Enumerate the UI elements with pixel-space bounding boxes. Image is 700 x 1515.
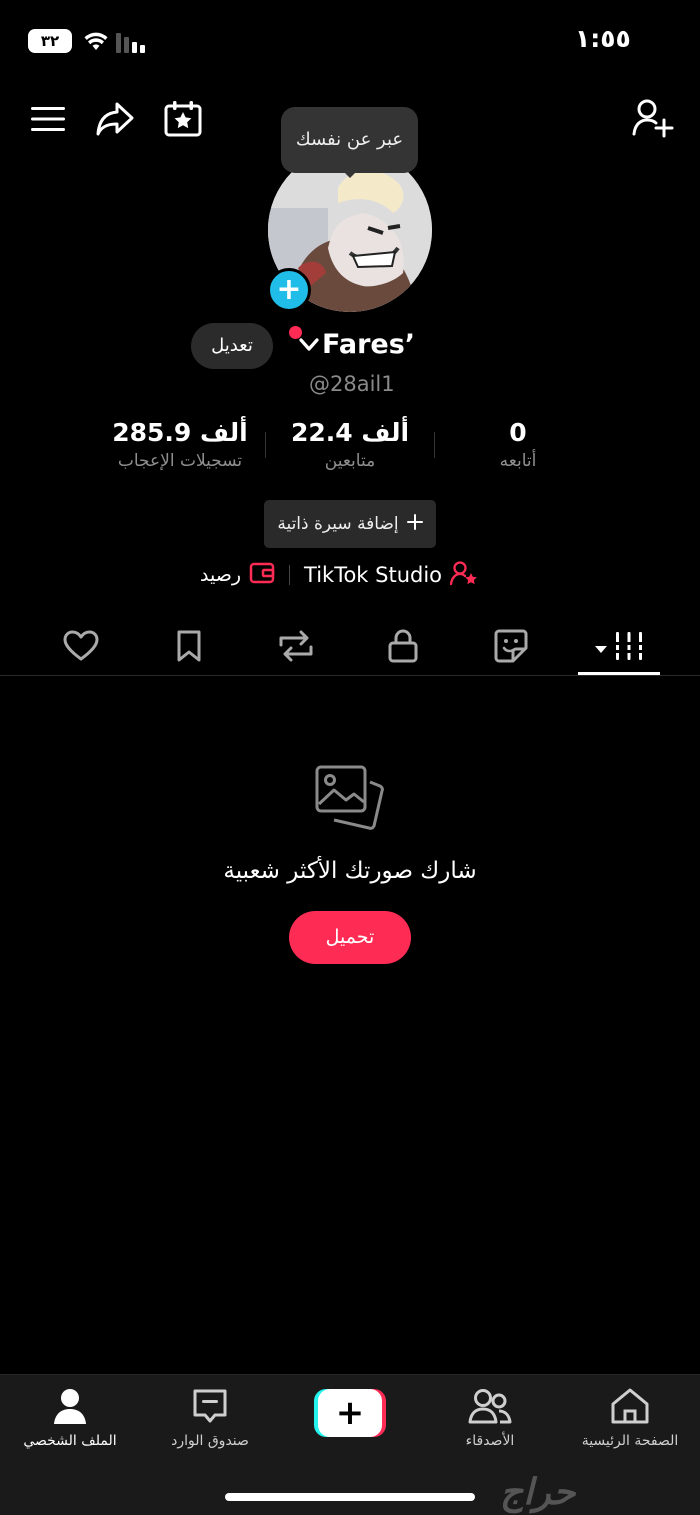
tab-private[interactable] xyxy=(362,620,444,676)
lock-icon xyxy=(387,628,419,668)
wallet-icon[interactable] xyxy=(249,562,275,589)
active-tab-indicator xyxy=(578,672,660,675)
calendar-star-icon[interactable] xyxy=(163,100,203,138)
divider xyxy=(289,565,291,585)
plus-icon: + xyxy=(318,1389,382,1437)
likes-label: تسجيلات الإعجاب xyxy=(117,451,243,471)
signal-icon xyxy=(116,33,152,57)
heart-icon xyxy=(63,630,99,666)
likes-count: 285.9 ألف xyxy=(112,418,248,447)
creator-star-icon[interactable] xyxy=(449,560,478,591)
add-bio-button[interactable]: إضافة سيرة ذاتية xyxy=(264,500,436,548)
tab-videos[interactable] xyxy=(578,620,660,676)
empty-state-message: شارك صورتك الأكثر شعبية xyxy=(223,858,477,884)
inbox-icon xyxy=(140,1387,280,1429)
bookmark-icon xyxy=(175,629,203,667)
grid-icon xyxy=(614,630,644,666)
nav-inbox-label: صندوق الوارد xyxy=(171,1433,249,1449)
create-button[interactable]: + xyxy=(314,1389,386,1437)
caret-down-icon xyxy=(594,639,608,658)
username: @28ail1 xyxy=(309,372,395,396)
nav-profile-label: الملف الشخصي xyxy=(23,1433,117,1449)
divider xyxy=(265,432,266,458)
add-friend-icon[interactable] xyxy=(632,98,674,138)
wifi-icon xyxy=(84,30,108,56)
nav-friends[interactable]: الأصدقاء xyxy=(420,1387,560,1449)
tooltip: عبر عن نفسك xyxy=(281,107,418,173)
followers-label: متابعين xyxy=(324,451,376,471)
friends-icon xyxy=(420,1387,560,1429)
nav-friends-label: الأصدقاء xyxy=(465,1433,515,1449)
tooltip-arrow xyxy=(340,168,360,178)
add-avatar-button[interactable]: + xyxy=(267,268,311,312)
photos-icon xyxy=(314,764,386,840)
likes-stat: 285.9 ألف تسجيلات الإعجاب xyxy=(100,418,260,471)
divider xyxy=(434,432,435,458)
tab-stickers[interactable] xyxy=(470,620,552,676)
profile-name: Fares’ xyxy=(322,329,416,360)
share-icon[interactable] xyxy=(95,101,135,137)
tab-reposts[interactable] xyxy=(255,620,337,676)
content-tabs xyxy=(0,620,700,676)
nav-home-label: الصفحة الرئيسية xyxy=(581,1433,679,1449)
plus-icon xyxy=(406,513,423,535)
nav-inbox[interactable]: صندوق الوارد xyxy=(140,1387,280,1449)
nav-home[interactable]: الصفحة الرئيسية xyxy=(560,1387,700,1449)
menu-icon[interactable] xyxy=(30,104,66,134)
profile-icon xyxy=(0,1387,140,1429)
studio-label[interactable]: TikTok Studio xyxy=(304,563,442,587)
tab-liked[interactable] xyxy=(40,620,122,676)
home-icon xyxy=(560,1387,700,1429)
battery-icon: ٣٢ xyxy=(28,29,76,53)
watermark-logo: حراج xyxy=(500,1472,576,1513)
home-indicator xyxy=(225,1493,475,1501)
account-switcher[interactable]: Fares’ xyxy=(298,329,415,360)
following-label: أتابعه xyxy=(499,451,537,471)
studio-row: رصيد TikTok Studio xyxy=(200,559,500,591)
upload-button[interactable]: تحميل xyxy=(289,911,411,964)
following-count: 0 xyxy=(509,418,527,447)
add-bio-label: إضافة سيرة ذاتية xyxy=(277,514,399,534)
following-stat[interactable]: 0 أتابعه xyxy=(468,418,568,471)
battery-level: ٣٢ xyxy=(28,29,72,53)
repost-icon xyxy=(277,629,315,667)
nav-profile[interactable]: الملف الشخصي xyxy=(0,1387,140,1449)
chevron-down-icon xyxy=(298,329,320,360)
tab-favorites[interactable] xyxy=(148,620,230,676)
status-time: ١:٥٥ xyxy=(575,24,631,53)
edit-profile-button[interactable]: تعديل xyxy=(191,323,273,369)
followers-stat[interactable]: 22.4 ألف متابعين xyxy=(275,418,425,471)
followers-count: 22.4 ألف xyxy=(290,418,410,447)
sticker-icon xyxy=(493,628,529,668)
balance-label[interactable]: رصيد xyxy=(200,564,241,586)
